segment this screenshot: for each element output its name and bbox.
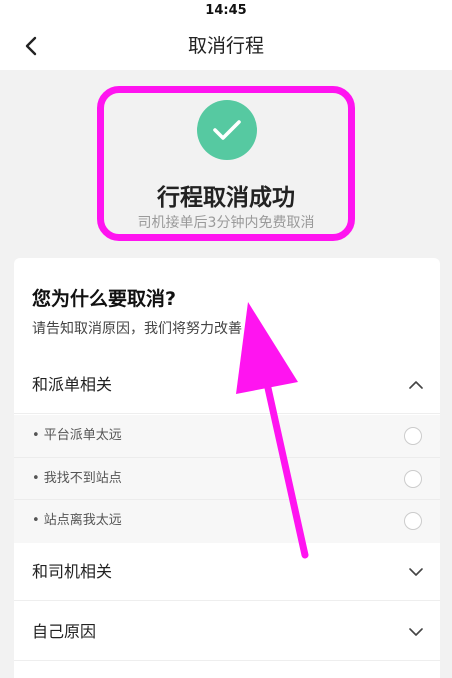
reason-options-list: • 平台派单太远 • 我找不到站点 • 站点离我太远 — [14, 415, 440, 543]
annotation-highlight-box — [97, 86, 355, 241]
reason-group-self[interactable]: 自己原因 — [14, 603, 440, 661]
reason-group-dispatch[interactable]: 和派单相关 — [14, 356, 440, 414]
success-section: 行程取消成功 司机接单后3分钟内免费取消 — [0, 70, 452, 250]
chevron-up-icon — [409, 381, 423, 389]
radio-button[interactable] — [404, 469, 422, 488]
reason-option[interactable]: • 平台派单太远 — [14, 415, 440, 458]
nav-bar: 取消行程 — [0, 22, 452, 70]
reason-option-label: • 我找不到站点 — [32, 470, 122, 486]
reason-group-label: 和派单相关 — [32, 375, 113, 394]
chevron-down-icon — [409, 628, 423, 636]
radio-button[interactable] — [404, 512, 422, 531]
page-title: 取消行程 — [187, 35, 264, 57]
reason-group-driver[interactable]: 和司机相关 — [14, 543, 440, 601]
reason-group-label: 和司机相关 — [32, 562, 113, 581]
status-bar: 14:45 — [0, 0, 452, 22]
reasons-card: 您为什么要取消? 请告知取消原因，我们将努力改善 和派单相关 • 平台派单太远 … — [14, 258, 440, 678]
radio-button[interactable] — [404, 427, 422, 445]
reasons-title: 您为什么要取消? — [32, 288, 177, 310]
reason-option[interactable]: • 站点离我太远 — [14, 500, 440, 543]
reason-group-label: 自己原因 — [32, 622, 97, 641]
reasons-subtitle: 请告知取消原因，我们将努力改善 — [32, 321, 242, 337]
chevron-down-icon — [409, 568, 423, 576]
status-time: 14:45 — [205, 3, 247, 18]
reason-option-label: • 平台派单太远 — [32, 428, 122, 443]
reason-option[interactable]: • 我找不到站点 — [14, 458, 440, 501]
reason-option-label: • 站点离我太远 — [32, 513, 122, 529]
